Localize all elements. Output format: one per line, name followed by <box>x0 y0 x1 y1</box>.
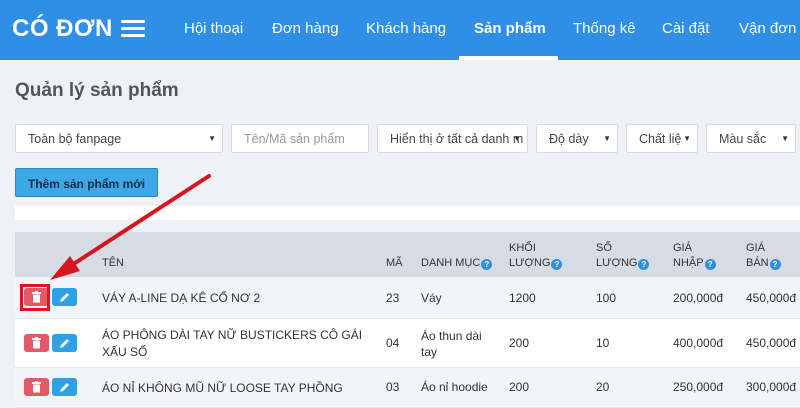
edit-button[interactable] <box>52 334 77 352</box>
table-row[interactable]: ÁO NỈ KHÔNG MŨ NỮ LOOSE TAY PHỒNG 03 Áo … <box>15 368 800 408</box>
info-icon[interactable]: ? <box>551 259 563 270</box>
product-cost: 400,000đ <box>673 336 724 350</box>
info-icon[interactable]: ? <box>638 259 650 270</box>
product-qty: 20 <box>596 380 610 394</box>
column-header-weight-line2: lượng <box>509 257 551 269</box>
caret-down-icon: ▼ <box>208 134 216 143</box>
category-select-value: Hiển thị ở tất cả danh m <box>390 132 524 146</box>
pencil-icon <box>60 383 69 392</box>
nav-item-van-don[interactable]: Vận đơn <box>739 20 796 37</box>
color-select-value: Màu sắc <box>719 132 767 146</box>
product-cost: 250,000đ <box>673 380 724 394</box>
product-price: 300,000đ <box>746 380 797 394</box>
caret-down-icon: ▼ <box>683 134 691 143</box>
nav-item-hoi-thoai[interactable]: Hội thoại <box>184 20 243 37</box>
pencil-icon <box>60 339 69 348</box>
product-weight: 200 <box>509 380 530 394</box>
nav-item-thong-ke[interactable]: Thống kê <box>573 20 636 37</box>
product-qty: 10 <box>596 336 610 350</box>
column-header-qty: Số lượng? <box>596 241 650 271</box>
product-category: Áo thun dài tay <box>421 329 482 359</box>
fanpage-select[interactable]: Toàn bộ fanpage ▼ <box>15 124 223 153</box>
product-category: Áo nỉ hoodie <box>421 380 488 394</box>
product-category: Váy <box>421 291 442 305</box>
column-header-category-label: Danh mục <box>421 257 481 269</box>
fanpage-select-value: Toàn bộ fanpage <box>28 132 122 146</box>
product-code: 03 <box>386 380 400 394</box>
column-header-code: Mã <box>386 257 403 269</box>
product-name[interactable]: VÁY A-LINE DẠ KÊ CỔ NƠ 2 <box>102 290 372 307</box>
column-header-weight-line1: Khối <box>509 242 536 254</box>
table-header: Tên Mã Danh mục? Khối lượng? Số lượng? G… <box>15 232 800 277</box>
product-qty: 100 <box>596 291 617 305</box>
product-weight: 1200 <box>509 291 536 305</box>
content-divider <box>15 206 800 220</box>
column-header-price: Giá bán? <box>746 241 781 271</box>
nav-active-indicator <box>459 56 558 60</box>
table-row[interactable]: VÁY A-LINE DẠ KÊ CỔ NƠ 2 23 Váy 1200 100… <box>15 277 800 319</box>
product-code: 04 <box>386 336 400 350</box>
info-icon[interactable]: ? <box>704 259 716 270</box>
column-header-weight: Khối lượng? <box>509 241 563 271</box>
thickness-select-value: Độ dày <box>549 132 589 146</box>
nav-item-cai-dat[interactable]: Cài đặt <box>662 20 710 37</box>
column-header-cost-line2: nhập <box>673 257 704 269</box>
hamburger-icon[interactable] <box>121 20 145 38</box>
material-select[interactable]: Chất liệ ▼ <box>626 124 698 153</box>
add-product-button[interactable]: Thêm sản phẩm mới <box>15 168 158 197</box>
category-select[interactable]: Hiển thị ở tất cả danh m ▼ <box>377 124 528 153</box>
column-header-price-line1: Giá <box>746 242 765 254</box>
nav-item-don-hang[interactable]: Đơn hàng <box>272 20 339 37</box>
annotation-highlight-box <box>20 284 50 311</box>
app-logo[interactable]: CÓ ĐƠN <box>12 15 113 43</box>
material-select-value: Chất liệ <box>639 132 682 146</box>
nav-item-khach-hang[interactable]: Khách hàng <box>366 20 446 37</box>
product-weight: 200 <box>509 336 530 350</box>
nav-item-san-pham[interactable]: Sản phẩm <box>474 20 546 37</box>
product-price: 450,000đ <box>746 291 797 305</box>
product-name[interactable]: ÁO PHÔNG DÀI TAY NỮ BUSTICKERS CÔ GÁI XẤ… <box>102 327 377 361</box>
column-header-cost: Giá nhập? <box>673 241 716 271</box>
column-header-cost-line1: Giá <box>673 242 692 254</box>
delete-button[interactable] <box>24 378 49 396</box>
trash-icon <box>32 337 41 349</box>
trash-icon <box>32 381 41 393</box>
product-cost: 200,000đ <box>673 291 724 305</box>
column-header-qty-line2: lượng <box>596 257 638 269</box>
table-row[interactable]: ÁO PHÔNG DÀI TAY NỮ BUSTICKERS CÔ GÁI XẤ… <box>15 319 800 368</box>
search-input[interactable]: Tên/Mã sản phẩm <box>231 124 369 153</box>
page-title: Quản lý sản phẩm <box>15 80 179 101</box>
info-icon[interactable]: ? <box>481 259 493 270</box>
caret-down-icon: ▼ <box>781 134 789 143</box>
caret-down-icon: ▼ <box>603 134 611 143</box>
top-navbar: CÓ ĐƠN Hội thoại Đơn hàng Khách hàng Sản… <box>0 0 800 60</box>
product-price: 450,000đ <box>746 336 797 350</box>
delete-button[interactable] <box>24 334 49 352</box>
column-header-category: Danh mục? <box>421 256 493 271</box>
column-header-name: Tên <box>102 257 124 269</box>
thickness-select[interactable]: Độ dày ▼ <box>536 124 618 153</box>
search-input-placeholder: Tên/Mã sản phẩm <box>244 132 345 146</box>
caret-down-icon: ▼ <box>513 134 521 143</box>
product-name[interactable]: ÁO NỈ KHÔNG MŨ NỮ LOOSE TAY PHỒNG <box>102 380 377 397</box>
column-header-price-line2: bán <box>746 257 769 269</box>
column-header-qty-line1: Số <box>596 242 612 254</box>
info-icon[interactable]: ? <box>769 259 781 270</box>
edit-button[interactable] <box>52 288 77 306</box>
color-select[interactable]: Màu sắc ▼ <box>706 124 796 153</box>
edit-button[interactable] <box>52 378 77 396</box>
pencil-icon <box>60 293 69 302</box>
product-code: 23 <box>386 291 400 305</box>
